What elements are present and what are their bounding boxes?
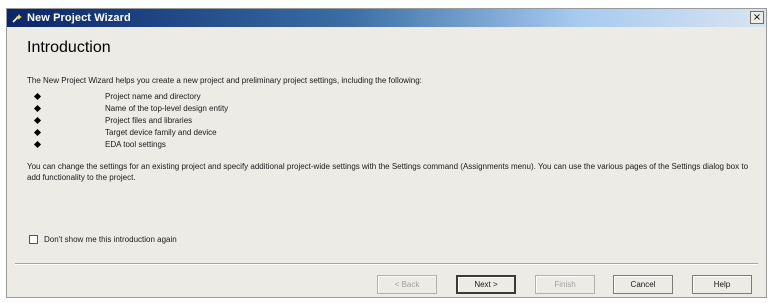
button-separator xyxy=(15,263,758,265)
cancel-button[interactable]: Cancel xyxy=(613,275,673,294)
list-item-text: EDA tool settings xyxy=(105,140,166,149)
description-text: You can change the settings for an exist… xyxy=(27,162,749,182)
intro-text: The New Project Wizard helps you create … xyxy=(27,76,422,85)
page-heading: Introduction xyxy=(27,39,111,56)
wizard-icon xyxy=(11,12,23,24)
title-bar[interactable]: New Project Wizard × xyxy=(7,9,766,27)
dont-show-again-checkbox[interactable] xyxy=(29,235,38,244)
finish-button[interactable]: Finish xyxy=(535,275,595,294)
list-item-text: Target device family and device xyxy=(105,128,217,137)
next-button[interactable]: Next > xyxy=(456,275,516,294)
list-item-text: Project files and libraries xyxy=(105,116,193,125)
list-item-text: Project name and directory xyxy=(105,92,201,101)
bullet-icon xyxy=(33,140,42,149)
bullet-icon xyxy=(33,128,42,137)
list-item-text: Name of the top-level design entity xyxy=(105,104,229,113)
help-button[interactable]: Help xyxy=(692,275,752,294)
bullet-icon xyxy=(33,104,42,113)
new-project-wizard-window: New Project Wizard × Introduction The Ne… xyxy=(6,8,767,298)
bullet-icon xyxy=(33,116,42,125)
window-title: New Project Wizard xyxy=(27,12,131,24)
dont-show-again-label[interactable]: Don't show me this introduction again xyxy=(44,235,177,244)
close-button[interactable]: × xyxy=(750,11,764,24)
bullet-icon xyxy=(33,92,42,101)
dont-show-again-option[interactable]: Don't show me this introduction again xyxy=(29,235,177,244)
back-button[interactable]: < Back xyxy=(377,275,437,294)
